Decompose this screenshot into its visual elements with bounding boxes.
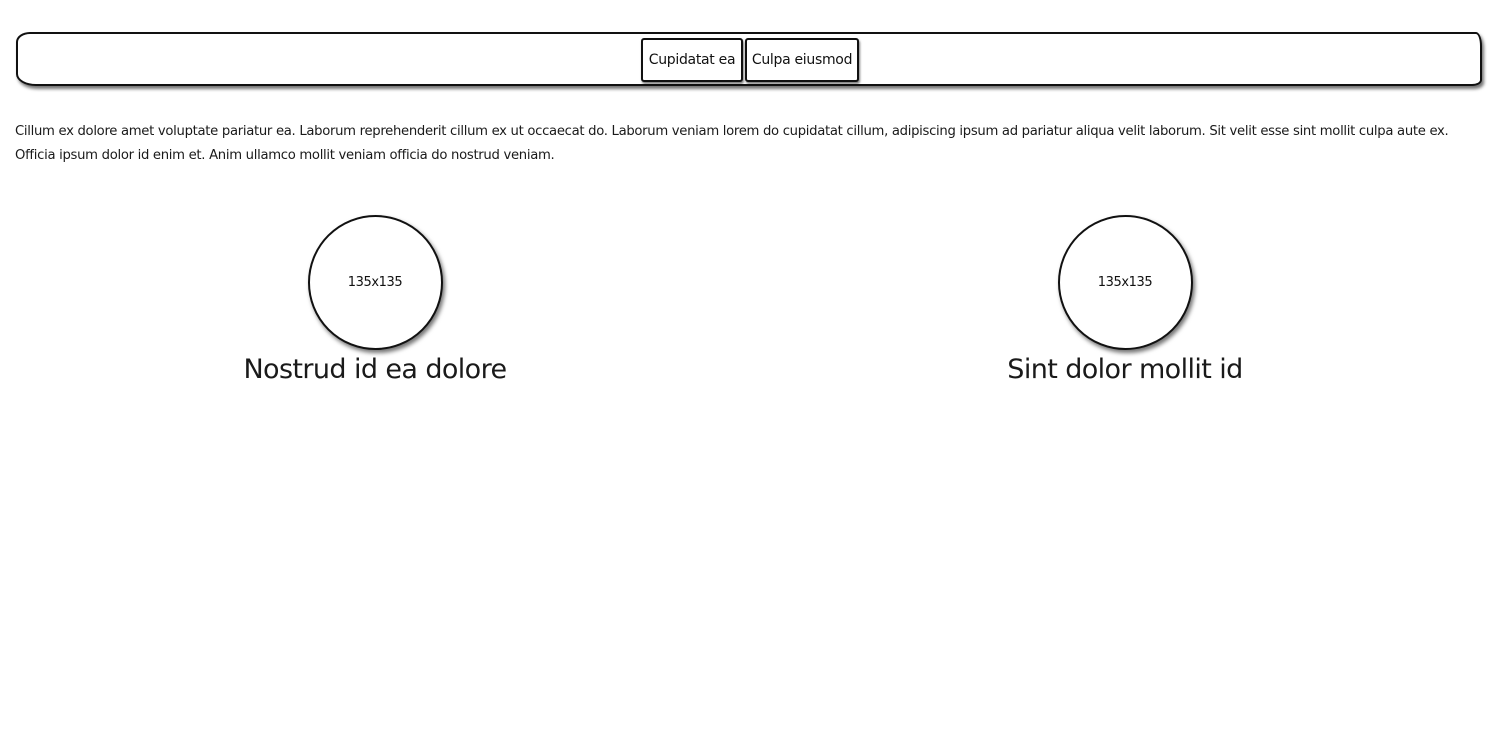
- nav-button-cupidatat-ea[interactable]: Cupidatat ea: [641, 38, 743, 82]
- nav-button-culpa-eiusmod[interactable]: Culpa eiusmod: [745, 38, 859, 82]
- intro-paragraph: Cillum ex dolore amet voluptate pariatur…: [15, 124, 1449, 163]
- circle-image-placeholder: 135x135: [1057, 215, 1193, 350]
- card-title: Sint dolor mollit id: [1007, 354, 1243, 385]
- feature-card: 135x135 Nostrud id ea dolore: [175, 215, 575, 388]
- card-title: Nostrud id ea dolore: [243, 354, 507, 385]
- feature-card: 135x135 Sint dolor mollit id: [925, 215, 1325, 388]
- image-placeholder-label: 135x135: [1097, 275, 1153, 290]
- circle-image-placeholder: 135x135: [307, 215, 443, 350]
- image-placeholder-label: 135x135: [347, 275, 403, 290]
- nav-button-group: Cupidatat ea Culpa eiusmod: [641, 38, 859, 82]
